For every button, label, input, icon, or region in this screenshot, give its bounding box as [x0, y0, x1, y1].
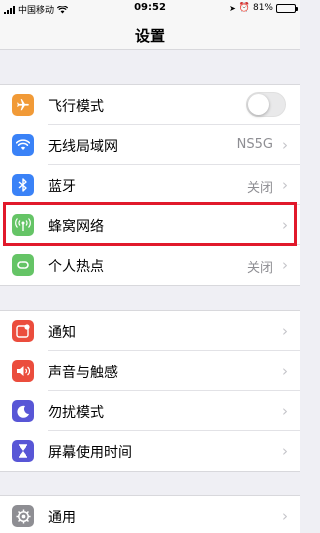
- toggle-knob: [248, 94, 269, 115]
- bluetooth-value: 关闭: [246, 181, 273, 196]
- row-general[interactable]: 通用 ›: [0, 496, 300, 533]
- row-cellular[interactable]: 蜂窝网络 ›: [0, 205, 300, 245]
- settings-group-notifications: 通知 › 声音与触感 › 勿扰模式 › 屏幕使用时间 ›: [0, 310, 300, 472]
- chevron-right-icon: ›: [282, 256, 288, 274]
- wifi-icon: [12, 134, 34, 156]
- airplane-mode-label: 飞行模式: [48, 99, 104, 115]
- wifi-label: 无线局域网: [48, 139, 118, 155]
- screen-time-label: 屏幕使用时间: [48, 445, 132, 461]
- hotspot-value: 关闭: [246, 261, 273, 276]
- cellular-label: 蜂窝网络: [48, 219, 104, 235]
- gear-icon: [12, 505, 34, 527]
- speaker-icon: [12, 360, 34, 382]
- row-airplane-mode[interactable]: 飞行模式: [0, 85, 300, 125]
- moon-icon: [12, 400, 34, 422]
- page-title: 设置: [134, 27, 165, 45]
- dnd-label: 勿扰模式: [48, 405, 104, 421]
- settings-group-connectivity: 飞行模式 无线局域网 NS5G › 蓝牙 关闭 › 蜂窝网络 › 个人热点 关闭…: [0, 84, 300, 286]
- hourglass-icon: [12, 440, 34, 462]
- row-notifications[interactable]: 通知 ›: [0, 311, 300, 351]
- sounds-label: 声音与触感: [48, 365, 118, 381]
- chevron-right-icon: ›: [282, 216, 288, 234]
- chevron-right-icon: ›: [282, 507, 288, 525]
- general-label: 通用: [48, 510, 76, 526]
- notifications-icon: [12, 320, 34, 342]
- settings-group-general: 通用 ›: [0, 495, 300, 533]
- status-bar: 中国移动 09:52 ➤ ⏰ 81%: [0, 0, 300, 18]
- notifications-label: 通知: [48, 325, 76, 341]
- hotspot-icon: [12, 254, 34, 276]
- chevron-right-icon: ›: [282, 362, 288, 380]
- location-icon: ➤: [229, 3, 236, 13]
- battery-icon: [276, 3, 298, 13]
- row-bluetooth[interactable]: 蓝牙 关闭 ›: [0, 165, 300, 205]
- chevron-right-icon: ›: [282, 176, 288, 194]
- hotspot-label: 个人热点: [48, 259, 104, 275]
- alarm-icon: ⏰: [238, 3, 250, 13]
- wifi-value: NS5G: [236, 137, 273, 152]
- airplane-mode-toggle[interactable]: [246, 92, 286, 117]
- chevron-right-icon: ›: [282, 442, 288, 460]
- cellular-icon: [12, 214, 34, 236]
- chevron-right-icon: ›: [282, 402, 288, 420]
- status-right: ➤ ⏰ 81%: [229, 3, 298, 13]
- navigation-bar: 设置: [0, 18, 300, 50]
- row-personal-hotspot[interactable]: 个人热点 关闭 ›: [0, 245, 300, 285]
- row-sounds-haptics[interactable]: 声音与触感 ›: [0, 351, 300, 391]
- airplane-icon: [12, 94, 34, 116]
- bluetooth-label: 蓝牙: [48, 179, 76, 195]
- chevron-right-icon: ›: [282, 322, 288, 340]
- row-screen-time[interactable]: 屏幕使用时间 ›: [0, 431, 300, 471]
- row-do-not-disturb[interactable]: 勿扰模式 ›: [0, 391, 300, 431]
- chevron-right-icon: ›: [282, 136, 288, 154]
- row-wifi[interactable]: 无线局域网 NS5G ›: [0, 125, 300, 165]
- bluetooth-icon: [12, 174, 34, 196]
- battery-percent: 81%: [252, 3, 273, 13]
